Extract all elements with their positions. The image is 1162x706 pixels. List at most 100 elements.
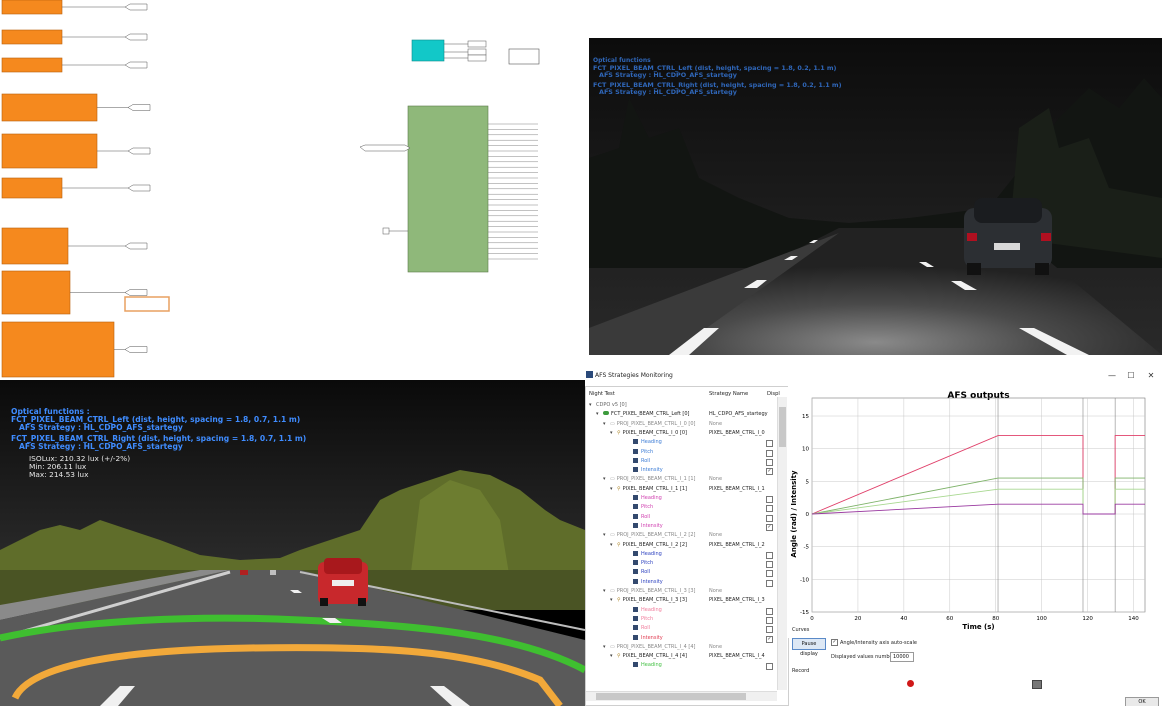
tree-projector[interactable]: ▾ ▭ PROJ_PIXEL_BEAM_CTRL_I_2 [2] bbox=[603, 531, 695, 540]
tree-projector[interactable]: ▾ ▭ PROJ_PIXEL_BEAM_CTRL_I_0 [0] bbox=[603, 420, 695, 429]
tree-node-label: FCT_PIXEL_BEAM_CTRL_Left [0] bbox=[611, 411, 690, 418]
chevron-down-icon[interactable]: ▾ bbox=[610, 652, 617, 661]
display-checkbox[interactable] bbox=[766, 449, 773, 457]
tree-horizontal-scrollbar[interactable] bbox=[586, 691, 777, 701]
orange-block[interactable] bbox=[1, 270, 71, 315]
display-checkbox[interactable] bbox=[766, 458, 773, 466]
input-port-small[interactable] bbox=[382, 227, 390, 235]
tree-control[interactable]: ▾ ⚲ PIXEL_BEAM_CTRL_I_3 [3] bbox=[610, 596, 687, 605]
tree-function[interactable]: ▾ FCT_PIXEL_BEAM_CTRL_Left [0] bbox=[596, 410, 690, 419]
display-checkbox[interactable] bbox=[766, 663, 773, 671]
tree-control[interactable]: ▾ ⚲ PIXEL_BEAM_CTRL_I_0 [0] bbox=[610, 429, 687, 438]
cyan-block[interactable] bbox=[411, 39, 445, 62]
tree-control[interactable]: ▾ ⚲ PIXEL_BEAM_CTRL_I_1 [1] bbox=[610, 485, 687, 494]
chevron-down-icon[interactable]: ▾ bbox=[603, 643, 610, 652]
output-port[interactable] bbox=[467, 54, 487, 62]
output-port[interactable] bbox=[124, 346, 148, 353]
output-port[interactable] bbox=[127, 184, 151, 192]
autoscale-checkbox[interactable]: ✓ bbox=[831, 639, 838, 646]
strategy-tree[interactable]: Night Test Strategy Name Displ ▾ CDPO v5 … bbox=[585, 386, 789, 706]
chevron-down-icon[interactable]: ▾ bbox=[596, 410, 603, 419]
display-checkbox[interactable]: ✓ bbox=[766, 523, 773, 531]
projector-icon: ▭ bbox=[610, 588, 615, 594]
ok-button[interactable]: OK bbox=[1125, 697, 1159, 706]
tree-projector[interactable]: ▾ ▭ PROJ_PIXEL_BEAM_CTRL_I_1 [1] bbox=[603, 475, 695, 484]
display-checkbox[interactable]: ✓ bbox=[766, 468, 773, 476]
control-icon: ⚲ bbox=[617, 541, 621, 548]
tree-node-label: PIXEL_BEAM_CTRL_I_1 [1] bbox=[622, 485, 687, 492]
orange-block[interactable] bbox=[1, 227, 69, 265]
chevron-down-icon[interactable]: ▾ bbox=[610, 429, 617, 438]
chevron-down-icon[interactable]: ▾ bbox=[610, 541, 617, 550]
green-block[interactable] bbox=[407, 105, 489, 273]
output-port[interactable] bbox=[467, 40, 487, 48]
display-checkbox[interactable] bbox=[766, 616, 773, 624]
tree-projector-strategy: None bbox=[709, 587, 722, 596]
window-title-bar[interactable]: AFS Strategies Monitoring — ☐ ✕ bbox=[585, 368, 1162, 384]
output-port[interactable] bbox=[124, 61, 148, 69]
chevron-down-icon[interactable]: ▾ bbox=[603, 587, 610, 596]
orange-block[interactable] bbox=[1, 133, 98, 169]
display-checkbox[interactable] bbox=[766, 579, 773, 587]
chevron-down-icon[interactable]: ▾ bbox=[603, 420, 610, 429]
projector-icon: ▭ bbox=[610, 420, 615, 427]
tree-signal-item: Pitch bbox=[633, 615, 653, 624]
output-port[interactable] bbox=[124, 33, 148, 41]
display-checkbox[interactable] bbox=[766, 561, 773, 569]
tree-horizontal-scroll-thumb[interactable] bbox=[596, 693, 746, 700]
chevron-down-icon[interactable]: ▾ bbox=[603, 531, 610, 540]
tree-vertical-scrollbar[interactable] bbox=[777, 397, 787, 690]
note-block[interactable] bbox=[508, 48, 540, 65]
orange-block[interactable] bbox=[1, 93, 98, 122]
tree-control[interactable]: ▾ ⚲ PIXEL_BEAM_CTRL_I_2 [2] bbox=[610, 541, 687, 550]
display-checkbox[interactable] bbox=[766, 514, 773, 522]
tree-signal-item: Intensity bbox=[633, 578, 663, 587]
display-checkbox[interactable] bbox=[766, 607, 773, 615]
maximize-button[interactable]: ☐ bbox=[1124, 370, 1138, 382]
tree-root[interactable]: ▾ CDPO v5 [0] bbox=[589, 401, 627, 410]
tree-signal-item: Heading bbox=[633, 661, 662, 670]
save-record-icon[interactable] bbox=[1032, 680, 1042, 689]
orange-block[interactable] bbox=[1, 177, 63, 199]
orange-block[interactable] bbox=[1, 29, 63, 45]
tree-node-label: PIXEL_BEAM_CTRL_I_4 bbox=[709, 653, 765, 660]
orange-block[interactable] bbox=[1, 321, 115, 378]
chevron-down-icon[interactable]: ▾ bbox=[610, 485, 617, 494]
output-port[interactable] bbox=[124, 3, 148, 11]
tree-control[interactable]: ▾ ⚲ PIXEL_BEAM_CTRL_I_4 [4] bbox=[610, 652, 687, 661]
display-checkbox[interactable] bbox=[766, 626, 773, 634]
close-button[interactable]: ✕ bbox=[1144, 370, 1158, 382]
display-checkbox[interactable] bbox=[766, 505, 773, 513]
minimize-button[interactable]: — bbox=[1105, 370, 1119, 382]
display-checkbox[interactable] bbox=[766, 496, 773, 503]
tree-projector[interactable]: ▾ ▭ PROJ_PIXEL_BEAM_CTRL_I_4 [4] bbox=[603, 643, 695, 652]
orange-block[interactable] bbox=[1, 0, 63, 15]
signal-icon bbox=[633, 467, 638, 473]
displayed-values-input[interactable]: 10000 bbox=[890, 652, 914, 662]
pause-display-button[interactable]: Pause display bbox=[792, 638, 826, 657]
display-checkbox[interactable] bbox=[766, 440, 773, 448]
output-port[interactable] bbox=[467, 48, 487, 56]
record-icon[interactable] bbox=[907, 680, 914, 687]
tree-projector[interactable]: ▾ ▭ PROJ_PIXEL_BEAM_CTRL_I_3 [3] bbox=[603, 587, 695, 596]
highlighted-output-port[interactable] bbox=[124, 296, 170, 312]
tree-vertical-scroll-thumb[interactable] bbox=[779, 407, 786, 447]
col-strategy-name[interactable]: Strategy Name bbox=[709, 391, 748, 397]
display-checkbox[interactable] bbox=[766, 551, 773, 559]
display-checkbox[interactable] bbox=[766, 570, 773, 578]
display-checkbox[interactable]: ✓ bbox=[766, 635, 773, 643]
col-night-test[interactable]: Night Test bbox=[589, 391, 615, 397]
tree-node-label: None bbox=[709, 476, 723, 483]
input-port[interactable] bbox=[359, 144, 411, 152]
control-icon: ⚲ bbox=[617, 429, 621, 436]
chevron-down-icon[interactable]: ▾ bbox=[603, 475, 610, 484]
output-port[interactable] bbox=[124, 289, 148, 296]
signal-icon bbox=[633, 550, 638, 556]
output-port[interactable] bbox=[124, 242, 148, 250]
chevron-down-icon[interactable]: ▾ bbox=[589, 401, 596, 410]
tree-node-label: Heading bbox=[641, 550, 662, 557]
orange-block[interactable] bbox=[1, 57, 63, 73]
output-port[interactable] bbox=[127, 104, 151, 111]
output-port[interactable] bbox=[127, 147, 151, 155]
chevron-down-icon[interactable]: ▾ bbox=[610, 596, 617, 605]
